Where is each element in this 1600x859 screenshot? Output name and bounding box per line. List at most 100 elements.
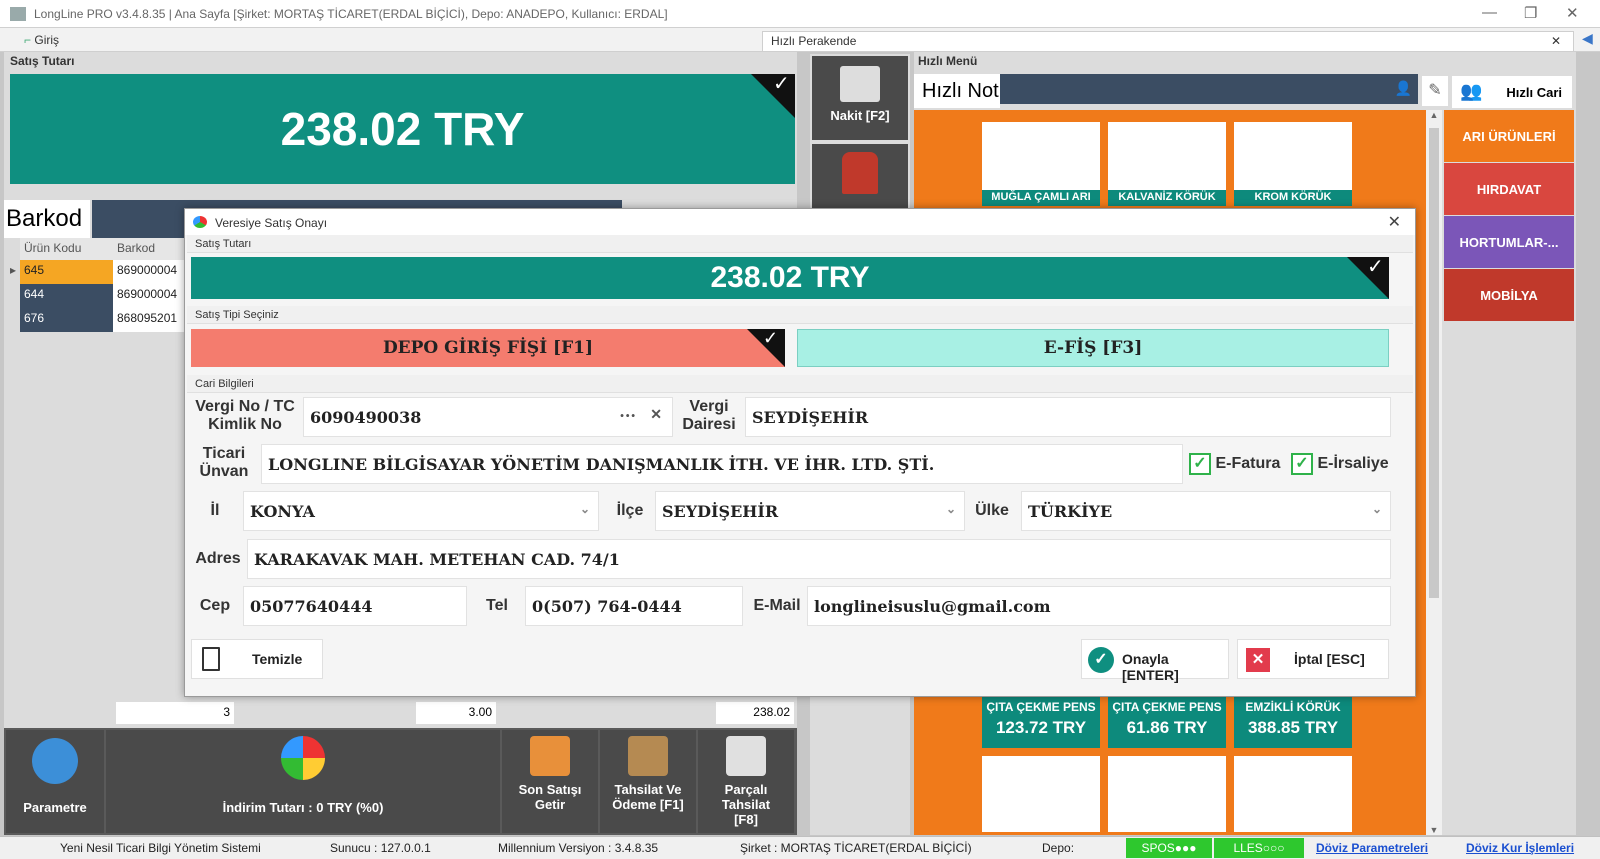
status-sunucu: Sunucu : 127.0.0.1 bbox=[330, 841, 431, 855]
spos-indicator: SPOS●●● bbox=[1126, 838, 1212, 858]
depo-giris-button[interactable]: DEPO GİRİŞ FİŞİ [F1] ✓ bbox=[191, 329, 785, 367]
status-bar: Yeni Nesil Ticari Bilgi Yönetim Sistemi … bbox=[0, 836, 1600, 859]
table-row-barcode[interactable]: 868095201 bbox=[113, 308, 186, 332]
product-tile[interactable]: KROM KÖRÜK bbox=[1234, 122, 1352, 206]
cash-register-icon bbox=[840, 66, 880, 102]
category-mobilya[interactable]: MOBİLYA bbox=[1444, 269, 1574, 321]
dialog-titlebar: Veresiye Satış Onayı ✕ bbox=[185, 209, 1415, 235]
sale-total-display: 238.02 TRY ✓ bbox=[10, 74, 795, 184]
product-tile[interactable]: EMZİKLİ KÖRÜK 388.85 TRY bbox=[1234, 696, 1352, 748]
window-title: LongLine PRO v3.4.8.35 | Ana Sayfa [Şirk… bbox=[34, 7, 668, 21]
vergi-dairesi-field[interactable]: SEYDİŞEHİR bbox=[745, 397, 1391, 437]
product-tile[interactable]: ÇITA ÇEKME PENS 61.86 TRY bbox=[1108, 696, 1226, 748]
table-row-code[interactable]: 644 bbox=[20, 284, 113, 308]
parametre-button[interactable]: Parametre bbox=[6, 730, 104, 833]
hizli-cari-label: Hızlı Cari bbox=[1506, 85, 1562, 100]
window-titlebar: LongLine PRO v3.4.8.35 | Ana Sayfa [Şirk… bbox=[0, 0, 1600, 28]
efatura-check-icon[interactable]: ✓ bbox=[1189, 453, 1211, 475]
hizli-not-input[interactable]: 👤 bbox=[1000, 74, 1418, 104]
total-sum: 238.02 bbox=[716, 702, 794, 724]
nakit-button[interactable]: Nakit [F2] bbox=[812, 56, 908, 140]
category-hirdavat[interactable]: HIRDAVAT bbox=[1444, 163, 1574, 215]
table-row-code[interactable]: 676 bbox=[20, 308, 113, 332]
efis-button[interactable]: E-FİŞ [F3] bbox=[797, 329, 1389, 367]
sale-total-amount: 238.02 TRY bbox=[280, 103, 525, 155]
dialog-satis-tutan-label: Satış Tutarı bbox=[187, 235, 1413, 253]
table-row-barcode[interactable]: 869000004 bbox=[113, 260, 186, 284]
scroll-down-icon[interactable]: ▼ bbox=[1426, 825, 1442, 835]
iptal-label: İptal [ESC] bbox=[1294, 651, 1365, 667]
temizle-button[interactable]: Temizle bbox=[191, 639, 323, 679]
email-field[interactable]: longlineisuslu@gmail.com bbox=[807, 586, 1391, 626]
veresiye-button[interactable] bbox=[812, 144, 908, 214]
table-row-barcode[interactable]: 869000004 bbox=[113, 284, 186, 308]
edit-user-button[interactable]: ✎ bbox=[1422, 76, 1448, 106]
tab-giris-label: Giriş bbox=[34, 33, 60, 47]
product-tile[interactable] bbox=[1234, 756, 1352, 832]
more-icon[interactable]: ··· bbox=[619, 406, 636, 425]
tab-hizli-perakende[interactable]: Hızlı Perakende ✕ bbox=[762, 31, 1574, 51]
dialog-close-icon[interactable]: ✕ bbox=[1388, 212, 1401, 232]
product-tile[interactable] bbox=[982, 756, 1100, 832]
total-qty: 3.00 bbox=[416, 702, 496, 724]
close-tab-icon[interactable]: ✕ bbox=[1551, 34, 1561, 48]
chevron-down-icon[interactable]: ⌄ bbox=[1372, 502, 1382, 516]
il-value: KONYA bbox=[250, 502, 315, 521]
tahsilat-button[interactable]: Tahsilat Ve Ödeme [F1] bbox=[600, 730, 696, 833]
product-price: 123.72 TRY bbox=[995, 718, 1087, 737]
check-icon: ✓ bbox=[751, 74, 795, 118]
ilce-select[interactable]: SEYDİŞEHİR ⌄ bbox=[655, 491, 965, 531]
efis-label: E-FİŞ [F3] bbox=[1043, 338, 1143, 358]
product-scrollbar[interactable]: ▲ ▼ bbox=[1426, 110, 1442, 835]
efatura-label: E-Fatura bbox=[1215, 455, 1281, 473]
tab-giris[interactable]: ⌐ Giriş bbox=[16, 31, 67, 51]
doviz-parametreleri-link[interactable]: Döviz Parametreleri bbox=[1316, 841, 1428, 855]
scroll-up-icon[interactable]: ▲ bbox=[1426, 110, 1442, 120]
vergi-no-value: 6090490038 bbox=[310, 408, 422, 427]
table-row-code[interactable]: 645 bbox=[20, 260, 113, 284]
parcali-tahsilat-button[interactable]: Parçalı Tahsilat [F8] bbox=[698, 730, 794, 833]
onayla-button[interactable]: ✓ Onayla [ENTER] bbox=[1081, 639, 1229, 683]
clear-icon[interactable]: ✕ bbox=[650, 407, 662, 423]
category-hortumlar[interactable]: HORTUMLAR-... bbox=[1444, 216, 1574, 268]
cep-field[interactable]: 05077640444 bbox=[243, 586, 467, 626]
minimize-icon[interactable]: — bbox=[1482, 4, 1497, 21]
il-select[interactable]: KONYA ⌄ bbox=[243, 491, 599, 531]
ticari-unvan-field[interactable]: LONGLINE BİLGİSAYAR YÖNETİM DANIŞMANLIK … bbox=[261, 444, 1183, 484]
scroll-thumb[interactable] bbox=[1429, 128, 1439, 598]
selected-check-icon: ✓ bbox=[747, 329, 785, 367]
status-version: Millennium Versiyon : 3.4.8.35 bbox=[498, 841, 659, 855]
category-ari-urunleri[interactable]: ARI ÜRÜNLERİ bbox=[1444, 110, 1574, 162]
product-tile[interactable]: KALVANİZ KÖRÜK bbox=[1108, 122, 1226, 206]
panel-toggle-icon[interactable]: ◀ bbox=[1582, 30, 1593, 47]
adres-label: Adres bbox=[195, 550, 241, 567]
son-satis-label: Son Satışı Getir bbox=[518, 782, 582, 812]
product-tile[interactable]: ÇITA ÇEKME PENS 123.72 TRY bbox=[982, 696, 1100, 748]
product-tile[interactable]: MUĞLA ÇAMLI ARI bbox=[982, 122, 1100, 206]
temizle-label: Temizle bbox=[252, 651, 303, 667]
close-window-icon[interactable]: ✕ bbox=[1566, 4, 1579, 22]
iptal-button[interactable]: ✕ İptal [ESC] bbox=[1237, 639, 1389, 679]
eirsaliye-check-icon[interactable]: ✓ bbox=[1291, 453, 1313, 475]
satis-tutan-label: Satış Tutarı bbox=[10, 54, 75, 68]
eirsaliye-checkbox[interactable]: ✓ E-İrsaliye bbox=[1291, 453, 1389, 475]
users-icon: 👥 bbox=[1460, 81, 1483, 101]
product-tile[interactable] bbox=[1108, 756, 1226, 832]
ulke-select[interactable]: TÜRKİYE ⌄ bbox=[1021, 491, 1391, 531]
hizli-cari-button[interactable]: 👥 Hızlı Cari bbox=[1452, 76, 1572, 108]
tel-label: Tel bbox=[486, 597, 508, 614]
vergi-no-field[interactable]: 6090490038 ··· ✕ bbox=[303, 397, 673, 437]
parcali-label: Parçalı Tahsilat [F8] bbox=[721, 782, 771, 827]
restore-icon[interactable]: ❐ bbox=[1524, 4, 1537, 22]
product-name: KROM KÖRÜK bbox=[1234, 190, 1352, 206]
adres-field[interactable]: KARAKAVAK MAH. METEHAN CAD. 74/1 bbox=[247, 539, 1391, 579]
doviz-kur-link[interactable]: Döviz Kur İşlemleri bbox=[1466, 841, 1574, 855]
efatura-checkbox[interactable]: ✓ E-Fatura bbox=[1189, 453, 1280, 475]
indirim-button[interactable]: İndirim Tutarı : 0 TRY (%0) bbox=[106, 730, 500, 833]
chevron-down-icon[interactable]: ⌄ bbox=[946, 502, 956, 516]
chevron-down-icon[interactable]: ⌄ bbox=[580, 502, 590, 516]
tel-field[interactable]: 0(507) 764-0444 bbox=[525, 586, 743, 626]
son-satis-button[interactable]: Son Satışı Getir bbox=[502, 730, 598, 833]
status-sirket: Şirket : MORTAŞ TİCARET(ERDAL BİÇİCİ) bbox=[740, 841, 972, 855]
total-count: 3 bbox=[116, 702, 234, 724]
